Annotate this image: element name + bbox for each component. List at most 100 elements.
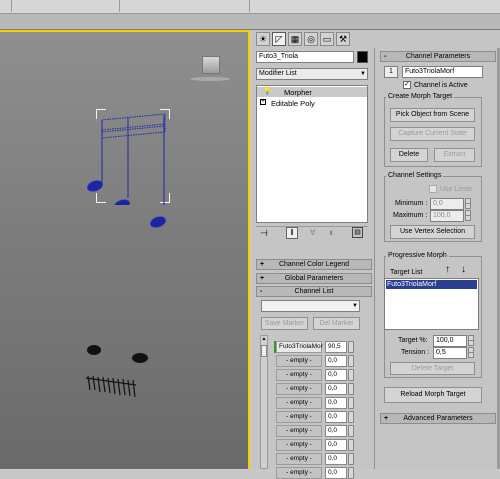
- note-head-mesh: [149, 216, 167, 228]
- delete-target-button[interactable]: Delete Target: [390, 362, 475, 375]
- target-list-item[interactable]: Futo3TriolaMorf: [386, 280, 477, 289]
- channel-row[interactable]: - empty -0,0: [262, 369, 358, 381]
- channel-name-button[interactable]: - empty -: [276, 439, 322, 451]
- bulb-icon[interactable]: 💡: [263, 87, 272, 95]
- tension-label: Tension :: [401, 349, 430, 356]
- channel-value-field[interactable]: 0,0: [325, 369, 347, 381]
- stack-item-editable-poly[interactable]: + Editable Poly: [257, 98, 367, 108]
- delete-button[interactable]: Delete: [390, 148, 428, 162]
- channel-name-button[interactable]: - empty -: [276, 383, 322, 395]
- perspective-viewport[interactable]: [0, 30, 250, 469]
- use-limits-checkbox[interactable]: [429, 185, 437, 193]
- triplet-note-mesh[interactable]: [80, 110, 175, 205]
- channel-row[interactable]: - empty -0,0: [262, 439, 358, 451]
- utilities-icon[interactable]: ⚒: [336, 32, 350, 46]
- channel-value-field[interactable]: 0,0: [325, 411, 347, 423]
- target-listbox[interactable]: Futo3TriolaMorf: [384, 278, 479, 330]
- reload-morph-target-button[interactable]: Reload Morph Target: [384, 387, 482, 403]
- channel-value-field[interactable]: 0,0: [325, 439, 347, 451]
- rollout-channel-color-legend[interactable]: + Channel Color Legend: [256, 259, 372, 270]
- move-up-icon[interactable]: ↑: [445, 265, 450, 275]
- expand-icon: +: [260, 261, 265, 268]
- channel-name-button[interactable]: - empty -: [276, 453, 322, 465]
- channel-value-spinner[interactable]: [348, 355, 354, 367]
- configure-sets-icon[interactable]: ▤: [352, 227, 363, 238]
- channel-name-button[interactable]: Futo3TriolaMor: [276, 341, 323, 353]
- use-vertex-selection-button[interactable]: Use Vertex Selection: [390, 225, 475, 239]
- expand-icon[interactable]: +: [260, 99, 266, 105]
- channel-value-spinner[interactable]: [348, 369, 354, 381]
- extract-button[interactable]: Extract: [434, 148, 475, 162]
- object-color-swatch[interactable]: [357, 51, 368, 63]
- hierarchy-icon[interactable]: ▦: [288, 32, 302, 46]
- minimum-spinner[interactable]: [465, 198, 471, 209]
- target-pct-spinner[interactable]: [468, 335, 474, 346]
- channel-value-spinner[interactable]: [348, 425, 354, 437]
- channel-row[interactable]: - empty -0,0: [262, 383, 358, 395]
- save-marker-button[interactable]: Save Marker: [261, 317, 308, 330]
- channel-name-button[interactable]: - empty -: [276, 355, 322, 367]
- collapse-icon: -: [260, 288, 263, 295]
- channel-value-field[interactable]: 0,0: [325, 453, 347, 465]
- channel-active-label: Channel is Active: [414, 82, 468, 89]
- channel-value-field[interactable]: 0,0: [325, 425, 347, 437]
- channel-value-field[interactable]: 0,0: [325, 397, 347, 409]
- channel-value-spinner[interactable]: [348, 439, 354, 451]
- capture-state-button[interactable]: Capture Current State: [390, 127, 475, 141]
- rollout-advanced-parameters[interactable]: + Advanced Parameters: [380, 413, 496, 424]
- del-marker-button[interactable]: Del Marker: [313, 317, 360, 330]
- object-name-field[interactable]: Futo3_Triola: [256, 51, 354, 63]
- channel-value-spinner[interactable]: [348, 341, 354, 353]
- tension-spinner[interactable]: [468, 347, 474, 358]
- show-end-result-icon[interactable]: ‖: [286, 227, 298, 239]
- modifier-stack[interactable]: 💡 Morpher + Editable Poly: [256, 85, 368, 223]
- pick-object-button[interactable]: Pick Object from Scene: [390, 108, 475, 122]
- create-icon[interactable]: ☀: [256, 32, 270, 46]
- channel-value-spinner[interactable]: [348, 411, 354, 423]
- rollout-global-parameters[interactable]: + Global Parameters: [256, 273, 372, 284]
- channel-number-field[interactable]: 1: [384, 66, 398, 78]
- move-down-icon[interactable]: ↓: [461, 265, 466, 275]
- minimum-field[interactable]: 0,0: [430, 198, 464, 210]
- stack-item-morpher[interactable]: 💡 Morpher: [257, 87, 367, 97]
- motion-icon[interactable]: ◎: [304, 32, 318, 46]
- viewcube-icon[interactable]: [202, 56, 220, 74]
- channel-active-checkbox[interactable]: ✓: [403, 81, 411, 89]
- channel-name-button[interactable]: - empty -: [276, 411, 322, 423]
- channel-row[interactable]: - empty -0,0: [262, 411, 358, 423]
- channel-row[interactable]: Futo3TriolaMor 90,5: [262, 341, 358, 353]
- channel-value-field[interactable]: 90,5: [325, 341, 347, 353]
- target-pct-field[interactable]: 100,0: [433, 335, 467, 347]
- group-label: Progressive Morph: [386, 252, 449, 260]
- channel-value-spinner[interactable]: [348, 397, 354, 409]
- stack-item-label: Morpher: [284, 88, 312, 97]
- modifier-list-dropdown[interactable]: Modifier List ▼: [256, 68, 368, 80]
- channel-value-field[interactable]: 0,0: [325, 383, 347, 395]
- channel-value-spinner[interactable]: [348, 453, 354, 465]
- collapse-icon: -: [384, 53, 387, 60]
- make-unique-icon[interactable]: ∀: [310, 228, 315, 237]
- remove-modifier-icon[interactable]: ♁: [328, 228, 334, 237]
- pin-stack-icon[interactable]: ⊣: [260, 228, 268, 239]
- chevron-down-icon: ▼: [352, 303, 358, 309]
- maximum-field[interactable]: 100,0: [430, 210, 464, 222]
- viewcube-ring[interactable]: [190, 77, 230, 81]
- channel-row[interactable]: - empty -0,0: [262, 425, 358, 437]
- rollout-channel-parameters[interactable]: - Channel Parameters: [380, 51, 496, 62]
- channel-name-button[interactable]: - empty -: [276, 425, 322, 437]
- rollout-channel-list[interactable]: - Channel List: [256, 286, 372, 297]
- channel-row[interactable]: - empty -0,0: [262, 397, 358, 409]
- channel-name-button[interactable]: - empty -: [276, 397, 322, 409]
- channel-name-button[interactable]: - empty -: [276, 369, 322, 381]
- channel-value-spinner[interactable]: [348, 383, 354, 395]
- maximum-spinner[interactable]: [465, 210, 471, 221]
- channel-row[interactable]: - empty -0,0: [262, 355, 358, 367]
- marker-dropdown[interactable]: ▼: [261, 300, 360, 312]
- channel-value-field[interactable]: 0,0: [325, 355, 347, 367]
- tension-field[interactable]: 0,5: [433, 347, 467, 359]
- channel-name-field[interactable]: Futo3TriolaMorf: [402, 66, 483, 78]
- modify-icon[interactable]: ◸: [272, 32, 286, 46]
- use-limits-label: Use Limits: [440, 186, 473, 193]
- display-icon[interactable]: ▭: [320, 32, 334, 46]
- channel-row[interactable]: - empty -0,0: [262, 453, 358, 465]
